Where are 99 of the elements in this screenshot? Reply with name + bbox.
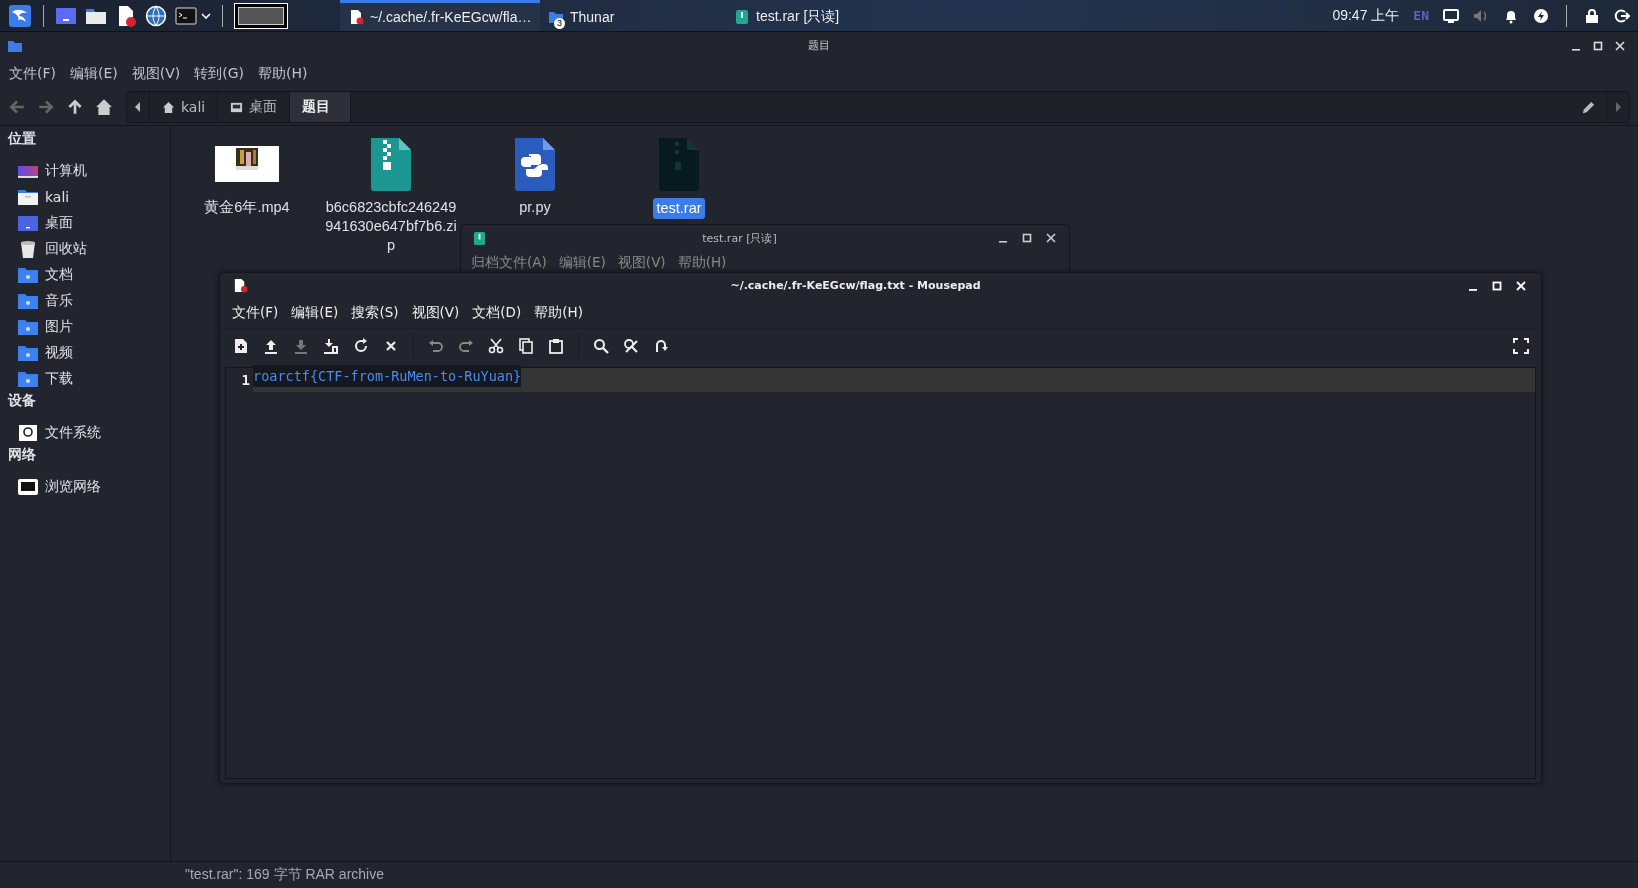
menu-item[interactable]: 文件(F) [3, 65, 62, 83]
new-file-icon[interactable] [233, 338, 249, 354]
text-editor-icon [233, 278, 248, 293]
menu-item[interactable]: 帮助(H) [528, 304, 590, 322]
status-text: "test.rar": 169 字节 RAR archive [185, 866, 384, 884]
sidebar-item[interactable]: 回收站 [0, 236, 170, 262]
sidebar-heading: 网络 [7, 446, 37, 464]
undo-icon[interactable] [428, 338, 444, 354]
folder-icon [17, 293, 39, 309]
close-icon[interactable] [1046, 233, 1056, 243]
sidebar-item[interactable]: 音乐 [0, 288, 170, 314]
menu-item[interactable]: 归档文件(A) [467, 254, 555, 272]
window-title: test.rar [只读] [701, 230, 778, 246]
menu-item[interactable]: 编辑(E) [285, 304, 346, 322]
dragon-menu-icon[interactable] [8, 3, 32, 28]
forward-icon[interactable] [37, 98, 55, 116]
archive-icon [473, 231, 486, 245]
menu-item[interactable]: 搜索(S) [345, 304, 406, 322]
desktop-icon [230, 100, 244, 114]
home-icon[interactable] [95, 98, 113, 116]
menu-item[interactable]: 编辑(E) [64, 65, 124, 83]
terminal-launcher-icon[interactable] [175, 5, 197, 26]
clock[interactable]: 09:47 上午 [1332, 6, 1400, 25]
redo-icon[interactable] [458, 338, 474, 354]
menu-item[interactable]: 视图(V) [613, 254, 674, 272]
caret-left-icon[interactable] [135, 102, 141, 112]
copy-icon[interactable] [518, 338, 534, 354]
sidebar-item[interactable]: 图片 [0, 314, 170, 340]
text-editor-icon [348, 9, 364, 25]
file-name[interactable]: 黄金6年.mp4 [179, 198, 315, 217]
reload-icon[interactable] [353, 338, 369, 354]
archive-file-icon [657, 136, 701, 192]
line-number: 1 [226, 368, 253, 392]
taskbar-button[interactable]: 3 Thunar [540, 0, 726, 31]
logout-icon[interactable] [1614, 7, 1630, 24]
search-icon[interactable] [593, 338, 609, 354]
pencil-icon[interactable] [1581, 99, 1596, 115]
sidebar-item[interactable]: 桌面 [0, 210, 170, 236]
globe-launcher-icon[interactable] [145, 4, 167, 27]
menu-item[interactable]: 文件(F) [226, 304, 286, 322]
lock-icon[interactable] [1584, 7, 1600, 24]
caret-icon[interactable] [201, 12, 211, 19]
back-icon[interactable] [8, 98, 26, 116]
sidebar-item[interactable]: 文件系统 [0, 420, 170, 446]
sidebar-item[interactable]: 浏览网络 [0, 474, 170, 500]
upload-icon[interactable] [263, 338, 279, 354]
maximize-icon[interactable] [1022, 233, 1032, 243]
taskbar-button[interactable]: ~/.cache/.fr-KeEGcw/fla… [340, 0, 540, 31]
menu-item[interactable]: 视图(V) [125, 65, 187, 83]
maximize-icon[interactable] [1593, 40, 1603, 51]
folder-icon [8, 39, 22, 52]
folder-icon [17, 267, 39, 283]
taskbar-button[interactable]: test.rar [只读] [726, 0, 848, 31]
drive-icon [17, 424, 39, 442]
power-bolt-icon[interactable] [1533, 7, 1549, 24]
file-name[interactable]: b6c6823cbfc246249941630e647bf7b6.zip [323, 198, 459, 255]
sidebar-heading: 设备 [6, 392, 37, 410]
save-as-icon[interactable] [323, 338, 339, 354]
window-title: ~/.cache/.fr-KeEGcw/flag.txt - Mousepad [729, 279, 982, 292]
folder-icon [17, 371, 39, 387]
paste-icon[interactable] [548, 338, 564, 354]
archive-icon [734, 9, 750, 25]
zip-file-icon [369, 136, 413, 192]
menu-item[interactable]: 文档(D) [466, 304, 529, 322]
menu-item[interactable]: 帮助(H) [673, 254, 735, 272]
sidebar-heading: 位置 [7, 130, 37, 148]
download-icon[interactable] [293, 338, 309, 354]
network-port-icon [17, 478, 39, 496]
sidebar-item[interactable]: 计算机 [0, 158, 170, 184]
sidebar-item[interactable]: 下载 [0, 366, 170, 392]
sidebar-item[interactable]: kali [0, 184, 170, 210]
monitor-icon[interactable] [1443, 7, 1459, 24]
breadcrumb-button[interactable]: kali [150, 92, 219, 122]
sidebar-item[interactable]: 文档 [0, 262, 170, 288]
up-icon[interactable] [66, 98, 84, 116]
desktop-icon [17, 215, 39, 231]
home-folder-icon [17, 189, 39, 205]
desktop-launcher-icon[interactable] [55, 5, 77, 26]
fullscreen-icon[interactable] [1513, 338, 1529, 354]
folder-icon [17, 319, 39, 335]
menu-item[interactable]: 视图(V) [405, 304, 467, 322]
jump-icon[interactable] [653, 338, 669, 354]
computer-icon [17, 163, 39, 179]
folder-icon [17, 345, 39, 361]
file-name[interactable]: pr.py [467, 198, 603, 217]
file-name[interactable]: test.rar [653, 198, 705, 219]
find-replace-icon[interactable] [623, 338, 639, 354]
workspace-switcher[interactable] [234, 2, 288, 29]
home-icon [162, 100, 175, 114]
menu-item[interactable]: 帮助(H) [252, 65, 314, 83]
python-file-icon [513, 136, 557, 192]
cut-icon[interactable] [488, 338, 504, 354]
caret-right-icon[interactable] [1615, 102, 1621, 112]
window-title: 题目 [807, 38, 831, 53]
menu-item[interactable]: 编辑(E) [554, 254, 614, 272]
menu-item[interactable]: 转到(G) [188, 65, 251, 83]
breadcrumb-button[interactable]: 题目 [290, 92, 352, 122]
close-icon[interactable] [1615, 40, 1625, 51]
sidebar-item[interactable]: 视频 [0, 340, 170, 366]
